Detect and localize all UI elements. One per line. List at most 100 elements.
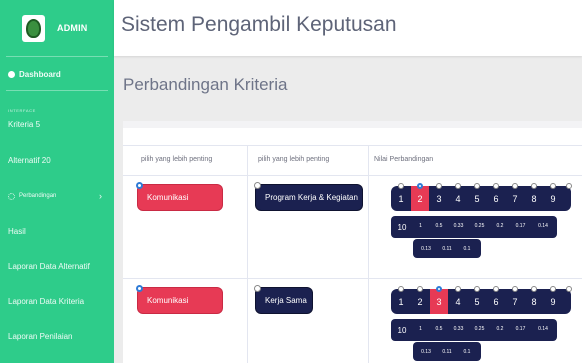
scale-radio[interactable] <box>455 286 461 292</box>
fraction-option[interactable]: 0.1 <box>458 342 476 361</box>
sidebar-brand[interactable]: ADMIN <box>0 0 114 56</box>
scale-option-selected[interactable]: 3 <box>430 289 448 314</box>
fraction-option[interactable]: 0.2 <box>491 216 509 235</box>
column-header: pilih yang lebih penting <box>141 156 213 163</box>
scale-option[interactable]: 3 <box>430 186 448 211</box>
scale-radio[interactable] <box>436 183 442 189</box>
table-row: Komunikasi Kerja Sama 1 2 3 4 5 6 7 8 9 <box>123 279 582 363</box>
fraction-option[interactable]: 0.5 <box>430 216 448 235</box>
table-header: pilih yang lebih penting pilih yang lebi… <box>123 145 582 176</box>
fraction-option[interactable]: 10 <box>393 216 411 238</box>
fraction-option[interactable]: 0.13 <box>416 342 436 361</box>
sidebar-item-dashboard[interactable]: Dashboard <box>0 67 114 81</box>
column-header: Nilai Perbandingan <box>374 156 434 163</box>
right-criteria-option[interactable]: Kerja Sama <box>254 285 312 313</box>
scale-radio-selected[interactable] <box>436 286 442 292</box>
left-criteria-option[interactable]: Komunikasi <box>136 285 222 313</box>
scale-radio[interactable] <box>531 286 537 292</box>
radio-unchecked[interactable] <box>254 182 261 189</box>
sidebar-item-label: Perbandingan <box>19 193 57 199</box>
scale-radio[interactable] <box>417 286 423 292</box>
table-row: Komunikasi Program Kerja & Kegiatan 1 2 … <box>123 176 582 279</box>
fraction-option[interactable]: 0.17 <box>510 319 531 338</box>
fraction-option[interactable]: 0.13 <box>416 239 436 258</box>
right-criteria-option[interactable]: Program Kerja & Kegiatan <box>254 182 362 210</box>
fraction-option[interactable]: 0.17 <box>510 216 531 235</box>
scale-option-selected[interactable]: 2 <box>411 186 429 211</box>
fraction-option[interactable]: 0.2 <box>491 319 509 338</box>
scale-option[interactable]: 9 <box>544 289 562 314</box>
scale-option[interactable]: 5 <box>468 186 486 211</box>
option-label: Komunikasi <box>147 193 189 202</box>
app-title: Sistem Pengambil Keputusan <box>121 13 397 36</box>
fraction-option[interactable]: 0.25 <box>470 216 489 235</box>
radio-unchecked[interactable] <box>254 285 261 292</box>
sidebar-item-hasil[interactable]: Hasil <box>0 224 114 238</box>
sidebar-item-kriteria[interactable]: Kriteria 5 <box>0 117 114 131</box>
fraction-option[interactable]: 0.14 <box>532 319 554 338</box>
sidebar-item-alternatif[interactable]: Alternatif 20 <box>0 153 114 167</box>
scale-option[interactable]: 6 <box>487 186 505 211</box>
sidebar-divider <box>6 90 108 91</box>
fraction-scale: 10 1 0.5 0.33 0.25 0.2 0.17 0.14 <box>391 216 557 238</box>
scale-radio[interactable] <box>455 183 461 189</box>
sidebar-item-laporan-alternatif[interactable]: Laporan Data Alternatif <box>0 259 114 273</box>
scale-option[interactable]: 4 <box>449 289 467 314</box>
sidebar-item-label: Kriteria 5 <box>8 119 41 129</box>
chevron-right-icon: › <box>99 191 102 201</box>
fraction-option[interactable]: 0.11 <box>437 342 457 361</box>
scale-option[interactable]: 4 <box>449 186 467 211</box>
sidebar-item-laporan-kriteria[interactable]: Laporan Data Kriteria <box>0 294 114 308</box>
sidebar-item-label: Alternatif 20 <box>8 155 51 165</box>
scale-radio[interactable] <box>566 183 572 189</box>
sidebar: ADMIN Dashboard INTERFACE Kriteria 5 Alt… <box>0 0 114 363</box>
gear-icon <box>8 192 15 200</box>
fraction-option[interactable]: 1 <box>412 319 429 338</box>
scale-option[interactable]: 6 <box>487 289 505 314</box>
fraction-option[interactable]: 1 <box>412 216 429 235</box>
scale-radio[interactable] <box>566 286 572 292</box>
page-title: Perbandingan Kriteria <box>123 75 288 94</box>
fraction-option[interactable]: 0.25 <box>470 319 489 338</box>
scale-option[interactable]: 5 <box>468 289 486 314</box>
scale-option[interactable]: 8 <box>525 289 543 314</box>
fraction-scale: 0.13 0.11 0.1 <box>413 239 481 258</box>
scale-radio[interactable] <box>531 183 537 189</box>
scale-radio[interactable] <box>550 286 556 292</box>
scale-radio[interactable] <box>493 286 499 292</box>
logo-icon <box>22 14 45 42</box>
scale-radio[interactable] <box>512 286 518 292</box>
scale-radio[interactable] <box>474 286 480 292</box>
fraction-option[interactable]: 10 <box>393 319 411 341</box>
brand-label: ADMIN <box>57 23 88 33</box>
scale-radio[interactable] <box>474 183 480 189</box>
fraction-option[interactable]: 0.14 <box>532 216 554 235</box>
scale-radio[interactable] <box>550 183 556 189</box>
fraction-option[interactable]: 0.1 <box>458 239 476 258</box>
scale-radio[interactable] <box>398 286 404 292</box>
left-criteria-option[interactable]: Komunikasi <box>136 182 222 210</box>
scale-option[interactable]: 8 <box>525 186 543 211</box>
sidebar-item-label: Laporan Data Kriteria <box>8 296 85 306</box>
radio-checked[interactable] <box>136 285 143 292</box>
radio-checked[interactable] <box>136 182 143 189</box>
option-label: Kerja Sama <box>265 296 307 305</box>
sidebar-item-perbandingan[interactable]: Perbandingan › <box>0 189 114 203</box>
sidebar-divider <box>6 56 108 57</box>
scale-option[interactable]: 1 <box>392 289 410 314</box>
scale-option[interactable]: 2 <box>411 289 429 314</box>
fraction-option[interactable]: 0.5 <box>430 319 448 338</box>
fraction-option[interactable]: 0.33 <box>449 319 468 338</box>
comparison-card: pilih yang lebih penting pilih yang lebi… <box>123 121 582 363</box>
scale-option[interactable]: 1 <box>392 186 410 211</box>
fraction-option[interactable]: 0.33 <box>449 216 468 235</box>
scale-option[interactable]: 9 <box>544 186 562 211</box>
scale-radio[interactable] <box>493 183 499 189</box>
scale-option[interactable]: 7 <box>506 289 524 314</box>
fraction-option[interactable]: 0.11 <box>437 239 457 258</box>
scale-radio[interactable] <box>398 183 404 189</box>
scale-option[interactable]: 7 <box>506 186 524 211</box>
sidebar-item-laporan-penilaian[interactable]: Laporan Penilaian <box>0 329 114 343</box>
scale-radio-selected[interactable] <box>417 183 423 189</box>
scale-radio[interactable] <box>512 183 518 189</box>
